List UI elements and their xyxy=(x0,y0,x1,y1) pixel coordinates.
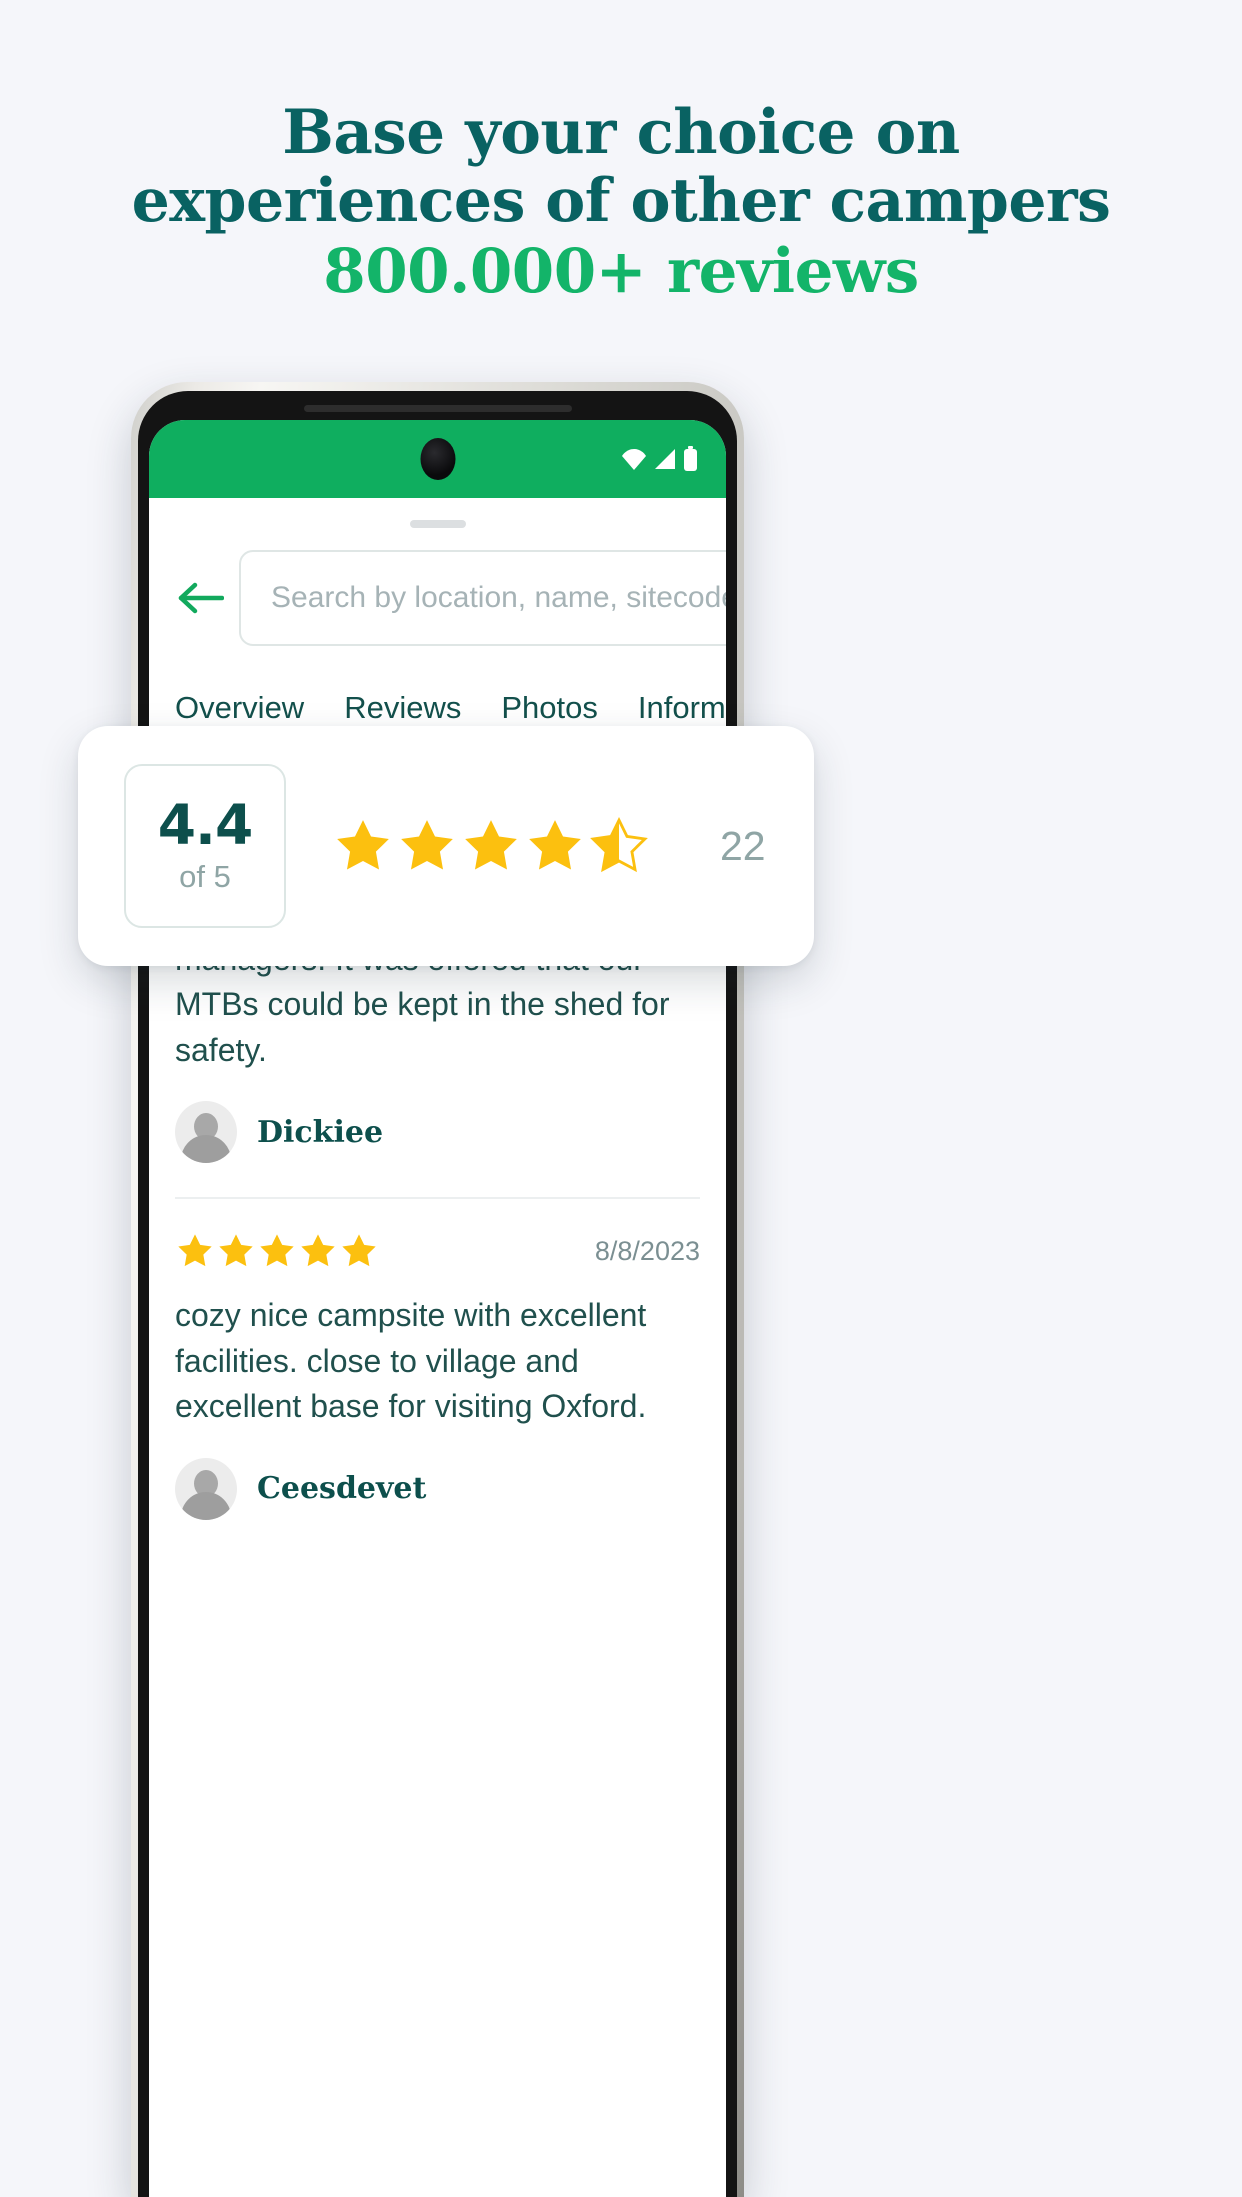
sheet-grabber-handle[interactable] xyxy=(409,520,466,528)
star-full-icon xyxy=(529,820,581,870)
search-input[interactable]: Search by location, name, sitecode xyxy=(239,550,726,646)
wifi-icon xyxy=(621,447,647,471)
review-author: Ceesdevet xyxy=(175,1457,700,1554)
rating-score-of-label: of 5 xyxy=(179,858,231,894)
phone-mockup: Search by location, name, sitecode Overv… xyxy=(131,382,744,2197)
review-author: Dickiee xyxy=(175,1101,700,1197)
rating-star-row xyxy=(332,815,650,877)
headline-line-3: 800.000+ reviews xyxy=(323,236,919,307)
avatar xyxy=(175,1101,237,1164)
star-full-icon xyxy=(401,820,453,870)
page-headline: Base your choice on experiences of other… xyxy=(0,98,1242,302)
review-date: 8/8/2023 xyxy=(594,1235,700,1266)
headline-line-1: Base your choice on xyxy=(282,97,960,168)
avatar xyxy=(175,1457,237,1520)
review-text: cozy nice campsite with excellent facili… xyxy=(175,1297,647,1425)
star-full-icon xyxy=(465,820,517,870)
headline-line-2: experiences of other campers xyxy=(131,166,1111,236)
review-item: 8/8/2023 cozy nice campsite with excelle… xyxy=(175,1199,700,1553)
review-author-name: Ceesdevet xyxy=(257,1471,427,1506)
review-author-name: Dickiee xyxy=(257,1114,384,1150)
rating-summary-card: 4.4 of 5 22 xyxy=(78,726,814,966)
avatar-body-shape xyxy=(181,1491,231,1520)
rating-review-count: 22 xyxy=(720,822,766,869)
avatar-body-shape xyxy=(181,1135,231,1164)
rating-score-box: 4.4 of 5 xyxy=(124,764,286,928)
star-half-icon xyxy=(590,816,648,873)
star-full-icon xyxy=(337,820,389,870)
phone-screen: Search by location, name, sitecode Overv… xyxy=(149,420,726,2197)
rating-score-value: 4.4 xyxy=(157,792,253,857)
review-star-rating xyxy=(175,1231,379,1271)
back-arrow-icon[interactable] xyxy=(173,570,229,626)
search-row: Search by location, name, sitecode xyxy=(149,528,726,646)
battery-icon xyxy=(683,446,698,472)
review-header: 8/8/2023 xyxy=(175,1231,700,1293)
status-bar xyxy=(149,420,726,498)
signal-icon xyxy=(653,447,677,471)
search-input-placeholder: Search by location, name, sitecode xyxy=(271,581,726,614)
status-bar-icons xyxy=(621,446,698,472)
front-camera-punch-hole xyxy=(420,438,455,480)
earpiece-speaker xyxy=(303,405,572,412)
